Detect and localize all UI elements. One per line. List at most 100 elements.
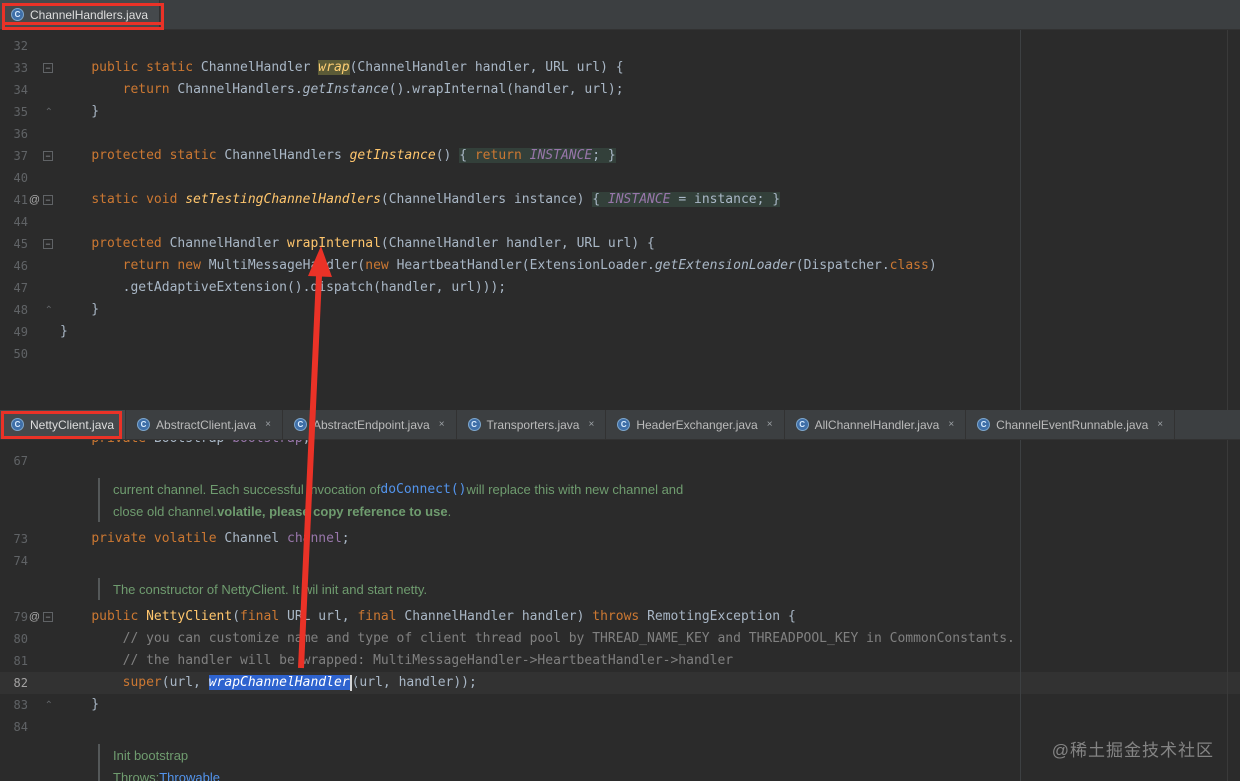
code-line-41[interactable]: 41 @ − static void setTestingChannelHandle… <box>0 189 1240 211</box>
code-text[interactable]: private Bootstrap bootstrap; <box>60 440 310 450</box>
code-line-46[interactable]: 46 return new MultiMessageHandler(new He… <box>0 255 1240 277</box>
java-class-icon: C <box>617 418 631 431</box>
code-line-83[interactable]: 83 ⌃ } <box>0 694 1240 716</box>
editor-tab-abstractclient-java[interactable]: C AbstractClient.java × <box>126 410 283 439</box>
code-text[interactable]: // the handler will be wrapped: MultiMes… <box>60 650 733 672</box>
close-tab-icon[interactable]: × <box>948 419 954 430</box>
line-number[interactable]: 83 <box>0 698 28 712</box>
scrollbar-track[interactable] <box>1227 30 1240 410</box>
code-line-84[interactable]: 84 <box>0 716 1240 738</box>
code-text[interactable]: } <box>60 299 99 321</box>
line-number[interactable]: 41 <box>0 193 28 207</box>
code-text[interactable]: public static ChannelHandler wrap(Channe… <box>60 57 624 79</box>
code-line-47[interactable]: 47 .getAdaptiveExtension().dispatch(hand… <box>0 277 1240 299</box>
code-line-82[interactable]: 82 super(url, wrapChannelHandler (url, ha… <box>0 672 1240 694</box>
code-text[interactable]: super(url, wrapChannelHandler (url, handl… <box>60 672 477 694</box>
line-number[interactable]: 80 <box>0 632 28 646</box>
fold-collapse-icon[interactable]: − <box>43 612 53 622</box>
line-number[interactable]: 40 <box>0 171 28 185</box>
line-number[interactable]: 73 <box>0 532 28 546</box>
gutter: − <box>28 151 60 161</box>
fold-end-icon[interactable]: ⌃ <box>45 107 53 118</box>
line-number[interactable]: 46 <box>0 259 28 273</box>
line-number[interactable]: 36 <box>0 127 28 141</box>
line-number[interactable]: 33 <box>0 61 28 75</box>
code-line-37[interactable]: 37 − protected static ChannelHandlers get… <box>0 145 1240 167</box>
code-text[interactable]: protected static ChannelHandlers getInst… <box>60 145 616 167</box>
code-line[interactable]: private Bootstrap bootstrap; <box>0 440 1240 450</box>
code-line-67[interactable]: 67 <box>0 450 1240 472</box>
right-margin-guide <box>1020 30 1021 410</box>
editor-tab-allchannelhandler-java[interactable]: C AllChannelHandler.java × <box>785 410 967 439</box>
line-number[interactable]: 81 <box>0 654 28 668</box>
line-number[interactable]: 35 <box>0 105 28 119</box>
line-number[interactable]: 44 <box>0 215 28 229</box>
fold-collapse-icon[interactable]: − <box>43 239 53 249</box>
line-number[interactable]: 79 <box>0 610 28 624</box>
scrollbar-track[interactable] <box>1227 440 1240 781</box>
code-text[interactable]: } <box>60 101 99 123</box>
doc-link[interactable]: doConnect() <box>380 482 466 497</box>
fold-end-icon[interactable]: ⌃ <box>45 305 53 316</box>
code-line-81[interactable]: 81 // the handler will be wrapped: Multi… <box>0 650 1240 672</box>
editor-tab-headerexchanger-java[interactable]: C HeaderExchanger.java × <box>606 410 785 439</box>
line-number[interactable]: 48 <box>0 303 28 317</box>
java-class-icon: C <box>293 418 307 431</box>
close-tab-icon[interactable]: × <box>439 419 445 430</box>
code-line-44[interactable]: 44 <box>0 211 1240 233</box>
code-line-35[interactable]: 35 ⌃ } <box>0 101 1240 123</box>
code-line-74[interactable]: 74 <box>0 550 1240 572</box>
fold-end-icon[interactable]: ⌃ <box>45 700 53 711</box>
line-number[interactable]: 74 <box>0 554 28 568</box>
java-class-icon: C <box>137 418 151 431</box>
fold-collapse-icon[interactable]: − <box>43 151 53 161</box>
close-tab-icon[interactable]: × <box>265 419 271 430</box>
code-text[interactable]: private volatile Channel channel; <box>60 528 349 550</box>
code-line-33[interactable]: 33 − public static ChannelHandler wrap(Ch… <box>0 57 1240 79</box>
code-text[interactable]: return ChannelHandlers.getInstance().wra… <box>60 79 624 101</box>
top-editor-channelhandlers[interactable]: 32 33 − public static ChannelHandler wrap(… <box>0 30 1240 410</box>
editor-tab-transporters-java[interactable]: C Transporters.java × <box>457 410 607 439</box>
line-number[interactable]: 45 <box>0 237 28 251</box>
fold-collapse-icon[interactable]: − <box>43 195 53 205</box>
close-tab-icon[interactable]: × <box>1157 419 1163 430</box>
close-tab-icon[interactable]: × <box>588 419 594 430</box>
line-number[interactable]: 84 <box>0 720 28 734</box>
doc-link[interactable]: Throwable <box>159 770 220 781</box>
editor-tab-abstractendpoint-java[interactable]: C AbstractEndpoint.java × <box>283 410 457 439</box>
line-number[interactable]: 49 <box>0 325 28 339</box>
line-number[interactable]: 47 <box>0 281 28 295</box>
code-line-34[interactable]: 34 return ChannelHandlers.getInstance().… <box>0 79 1240 101</box>
code-text[interactable]: public NettyClient(final URL url, final … <box>60 606 795 628</box>
gutter: ⌃ <box>28 700 60 711</box>
code-line-50[interactable]: 50 <box>0 343 1240 365</box>
code-line-48[interactable]: 48 ⌃ } <box>0 299 1240 321</box>
code-line-40[interactable]: 40 <box>0 167 1240 189</box>
editor-tab-channeleventrunnable-java[interactable]: C ChannelEventRunnable.java × <box>966 410 1176 439</box>
editor-tab-nettyclient-java[interactable]: C NettyClient.java <box>0 410 127 439</box>
line-number[interactable]: 67 <box>0 454 28 468</box>
line-number[interactable]: 82 <box>0 676 28 690</box>
editor-tab-channelhandlers-java[interactable]: C ChannelHandlers.java <box>0 0 161 29</box>
code-text[interactable]: protected ChannelHandler wrapInternal(Ch… <box>60 233 655 255</box>
fold-collapse-icon[interactable]: − <box>43 63 53 73</box>
line-number[interactable]: 32 <box>0 39 28 53</box>
code-line-36[interactable]: 36 <box>0 123 1240 145</box>
code-line-80[interactable]: 80 // you can customize name and type of… <box>0 628 1240 650</box>
line-number[interactable]: 37 <box>0 149 28 163</box>
line-number[interactable]: 50 <box>0 347 28 361</box>
code-text[interactable]: static void setTestingChannelHandlers(Ch… <box>60 189 781 211</box>
code-text[interactable]: // you can customize name and type of cl… <box>60 628 1015 650</box>
line-number[interactable]: 34 <box>0 83 28 97</box>
code-line-45[interactable]: 45 − protected ChannelHandler wrapInterna… <box>0 233 1240 255</box>
code-text[interactable]: return new MultiMessageHandler(new Heart… <box>60 255 937 277</box>
bottom-editor-nettyclient[interactable]: private Bootstrap bootstrap; 67 current ch… <box>0 440 1240 781</box>
code-text[interactable]: .getAdaptiveExtension().dispatch(handler… <box>60 277 507 299</box>
close-tab-icon[interactable]: × <box>767 419 773 430</box>
code-text[interactable]: } <box>60 321 68 343</box>
code-line-73[interactable]: 73 private volatile Channel channel; <box>0 528 1240 550</box>
code-line-32[interactable]: 32 <box>0 35 1240 57</box>
code-text[interactable]: } <box>60 694 99 716</box>
code-line-79[interactable]: 79 @ − public NettyClient(final URL url, f… <box>0 606 1240 628</box>
code-line-49[interactable]: 49} <box>0 321 1240 343</box>
